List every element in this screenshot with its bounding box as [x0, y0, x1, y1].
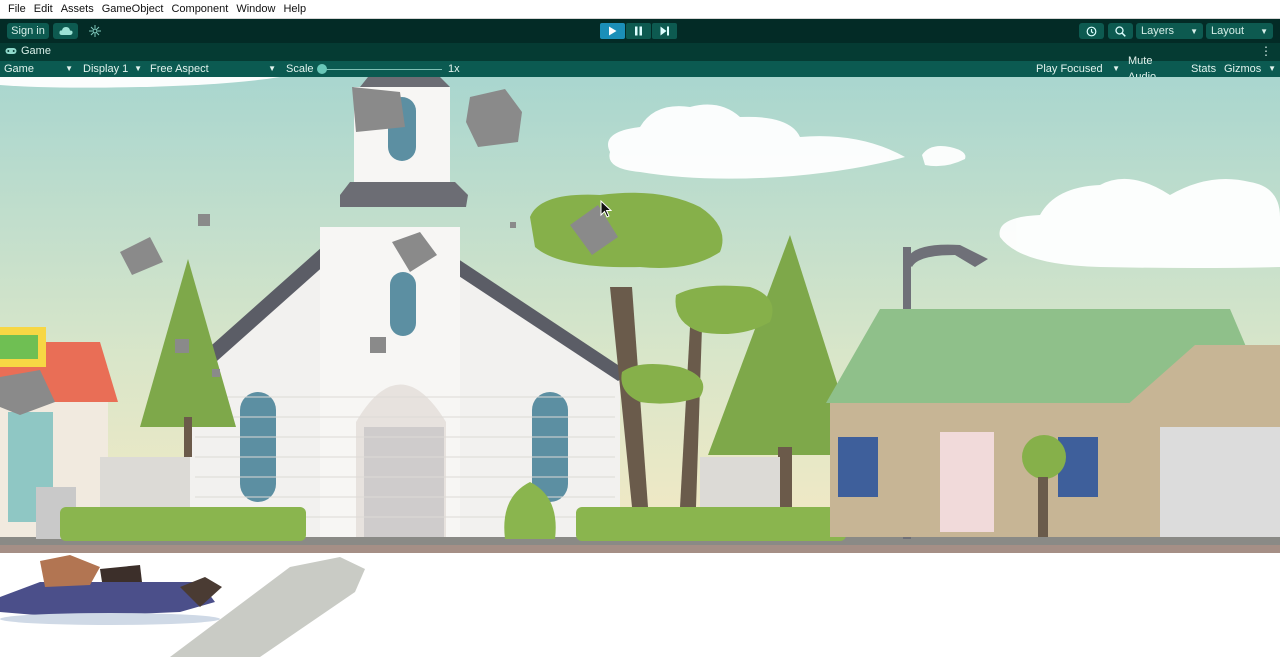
chevron-down-icon: ▼ — [1268, 64, 1276, 73]
gamepad-icon — [5, 48, 17, 54]
menu-gameobject[interactable]: GameObject — [98, 0, 168, 19]
play-focused-label: Play Focused — [1036, 63, 1103, 75]
view-dropdown[interactable]: Game ▼ — [0, 61, 77, 77]
play-button[interactable] — [600, 23, 625, 39]
history-icon — [1086, 26, 1097, 36]
aspect-dropdown[interactable]: Free Aspect ▼ — [146, 61, 280, 77]
menu-assets[interactable]: Assets — [57, 0, 98, 19]
main-toolbar: Sign in Layers ▼ Layout ▼ — [0, 19, 1280, 43]
scale-value: 1x — [448, 63, 460, 75]
step-button[interactable] — [652, 23, 677, 39]
mouse-cursor-icon — [600, 200, 612, 218]
sign-in-button[interactable]: Sign in — [7, 23, 49, 39]
chevron-down-icon: ▼ — [1260, 26, 1268, 36]
collab-icon — [88, 25, 101, 37]
cloud-button[interactable] — [53, 23, 78, 39]
step-icon — [660, 26, 669, 36]
play-icon — [609, 26, 617, 36]
tab-game-label: Game — [21, 45, 51, 57]
tab-game[interactable]: Game — [5, 45, 51, 57]
search-icon — [1115, 25, 1126, 37]
undo-history-button[interactable] — [1079, 23, 1104, 39]
tab-bar: Game ⋮ — [0, 43, 1280, 61]
chevron-down-icon: ▼ — [1112, 64, 1120, 73]
game-scene — [0, 77, 1280, 657]
chevron-down-icon: ▼ — [65, 64, 73, 73]
display-dropdown[interactable]: Display 1 ▼ — [79, 61, 146, 77]
chevron-down-icon: ▼ — [134, 64, 142, 73]
play-focused-dropdown[interactable]: Play Focused ▼ — [1032, 61, 1124, 77]
chevron-down-icon: ▼ — [1190, 26, 1198, 36]
search-button[interactable] — [1108, 23, 1133, 39]
menu-file[interactable]: File — [4, 0, 30, 19]
scale-slider-handle[interactable] — [317, 64, 327, 74]
display-label: Display 1 — [83, 63, 129, 75]
view-label: Game — [4, 63, 34, 75]
chevron-down-icon: ▼ — [268, 64, 276, 73]
layout-label: Layout — [1211, 25, 1245, 37]
mute-audio-toggle[interactable]: Mute Audio — [1124, 55, 1186, 83]
scale-label: Scale — [286, 63, 314, 75]
pause-icon — [635, 26, 642, 36]
menu-edit[interactable]: Edit — [30, 0, 57, 19]
menu-component[interactable]: Component — [167, 0, 232, 19]
menu-window[interactable]: Window — [232, 0, 279, 19]
menu-bar: File Edit Assets GameObject Component Wi… — [0, 0, 1280, 19]
aspect-label: Free Aspect — [150, 63, 209, 75]
game-view-controls: Game ▼ Display 1 ▼ Free Aspect ▼ Scale 1… — [0, 55, 1280, 83]
scale-slider-track[interactable] — [322, 69, 442, 70]
house — [826, 309, 1280, 537]
cloud-icon — [58, 27, 73, 35]
play-controls — [600, 23, 677, 39]
layers-label: Layers — [1141, 25, 1175, 37]
collab-button[interactable] — [82, 23, 107, 39]
game-viewport[interactable] — [0, 77, 1280, 657]
gizmos-label: Gizmos — [1224, 63, 1262, 75]
gizmos-dropdown[interactable]: Gizmos ▼ — [1220, 61, 1280, 77]
menu-help[interactable]: Help — [279, 0, 310, 19]
more-options-icon[interactable]: ⋮ — [1260, 44, 1272, 58]
layers-dropdown[interactable]: Layers ▼ — [1136, 23, 1203, 39]
layout-dropdown[interactable]: Layout ▼ — [1206, 23, 1273, 39]
pause-button[interactable] — [626, 23, 651, 39]
stats-toggle[interactable]: Stats — [1187, 61, 1221, 77]
